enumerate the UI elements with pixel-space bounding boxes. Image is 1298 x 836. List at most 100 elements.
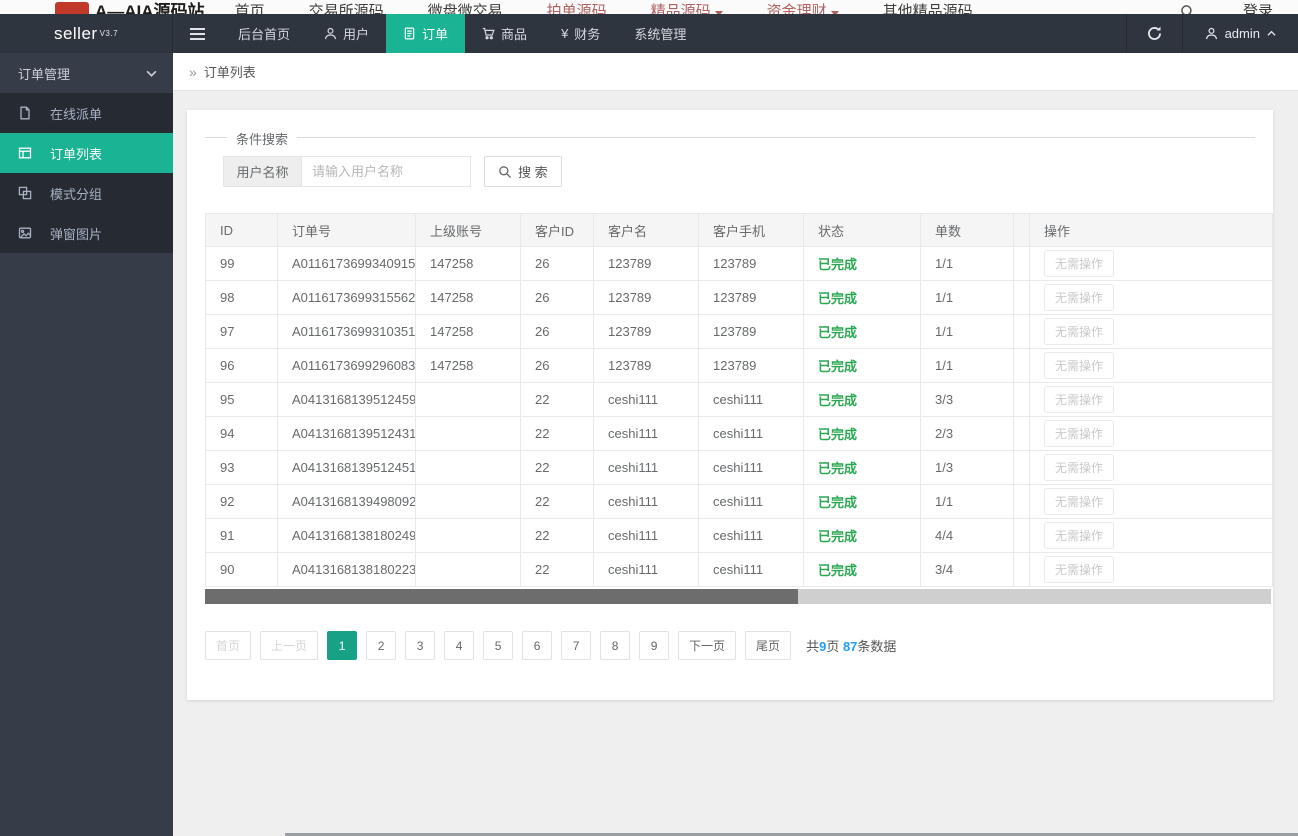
site-nav-item[interactable]: 资金理财 — [767, 0, 839, 14]
site-login-link[interactable]: 登录 — [1243, 0, 1273, 14]
site-nav-item[interactable]: 交易所源码 — [309, 0, 384, 14]
cell-status: 已完成 — [803, 417, 920, 450]
cell-customer_id: 22 — [520, 553, 593, 586]
cell-id: 96 — [205, 349, 277, 382]
cell-customer_phone: 123789 — [698, 281, 803, 314]
pagination-page-5[interactable]: 5 — [483, 631, 513, 660]
cell-count: 3/4 — [920, 553, 1013, 586]
cell-parent_account: 147258 — [415, 315, 520, 348]
cell-customer_id: 22 — [520, 485, 593, 518]
user-menu[interactable]: admin — [1182, 14, 1298, 53]
cell-customer_id: 22 — [520, 451, 593, 484]
nav-tab-系统管理[interactable]: 系统管理 — [617, 14, 703, 53]
pagination-page-1[interactable]: 1 — [327, 631, 357, 660]
column-gap — [1013, 451, 1029, 484]
cell-id: 93 — [205, 451, 277, 484]
table-row: 94A0413168139512431222ceshi111ceshi111已完… — [205, 417, 1273, 451]
nav-tab-后台首页[interactable]: 后台首页 — [221, 14, 307, 53]
sidebar-item-模式分组[interactable]: 模式分组 — [0, 173, 173, 213]
cell-status: 已完成 — [803, 485, 920, 518]
cell-id: 90 — [205, 553, 277, 586]
cell-action: 无需操作 — [1029, 247, 1273, 280]
chevron-up-icon — [1267, 29, 1276, 38]
no-action-button[interactable]: 无需操作 — [1044, 318, 1114, 345]
column-header-操作: 操作 — [1029, 214, 1273, 246]
cell-order_no: A01161736993155628 — [277, 281, 415, 314]
sidebar-toggle-button[interactable] — [173, 14, 221, 53]
no-action-button[interactable]: 无需操作 — [1044, 420, 1114, 447]
pagination-first-button[interactable]: 首页 — [205, 631, 251, 660]
column-header-状态: 状态 — [803, 214, 920, 246]
cell-action: 无需操作 — [1029, 519, 1273, 552]
cell-count: 1/1 — [920, 485, 1013, 518]
site-nav-item[interactable]: 微盘微交易 — [428, 0, 503, 14]
username-search-input[interactable] — [301, 156, 471, 187]
sidebar-group-order-management[interactable]: 订单管理 — [0, 53, 173, 93]
sidebar-item-在线派单[interactable]: 在线派单 — [0, 93, 173, 133]
no-action-button[interactable]: 无需操作 — [1044, 454, 1114, 481]
username-field-label: 用户名称 — [223, 156, 301, 187]
pagination-page-3[interactable]: 3 — [405, 631, 435, 660]
cell-customer_id: 26 — [520, 349, 593, 382]
column-header-上级账号: 上级账号 — [415, 214, 520, 246]
no-action-button[interactable]: 无需操作 — [1044, 488, 1114, 515]
cell-order_no: A04131681395124598 — [277, 383, 415, 416]
no-action-button[interactable]: 无需操作 — [1044, 386, 1114, 413]
status-badge: 已完成 — [818, 288, 857, 307]
no-action-button[interactable]: 无需操作 — [1044, 522, 1114, 549]
nav-tab-用户[interactable]: 用户 — [307, 14, 386, 53]
cell-customer_phone: 123789 — [698, 349, 803, 382]
pagination-page-7[interactable]: 7 — [561, 631, 591, 660]
pagination-next-button[interactable]: 下一页 — [678, 631, 736, 660]
column-gap — [1013, 214, 1029, 246]
no-action-button[interactable]: 无需操作 — [1044, 250, 1114, 277]
pagination-last-button[interactable]: 尾页 — [745, 631, 791, 660]
search-button[interactable]: 搜 索 — [484, 156, 562, 187]
cell-order_no: A04131681395124312 — [277, 417, 415, 450]
site-nav-item[interactable]: 精品源码 — [651, 0, 723, 14]
cell-status: 已完成 — [803, 315, 920, 348]
cell-customer_phone: 123789 — [698, 315, 803, 348]
pagination-page-9[interactable]: 9 — [639, 631, 669, 660]
scrollbar-thumb[interactable] — [205, 589, 798, 604]
cell-status: 已完成 — [803, 519, 920, 552]
cell-id: 98 — [205, 281, 277, 314]
site-logo-text: A—AIA源码站 — [95, 0, 205, 14]
column-header-客户ID: 客户ID — [520, 214, 593, 246]
chevron-down-icon — [146, 70, 157, 77]
pagination-page-6[interactable]: 6 — [522, 631, 552, 660]
pagination-page-8[interactable]: 8 — [600, 631, 630, 660]
cell-customer_name: ceshi111 — [593, 553, 698, 586]
nav-tab-订单[interactable]: 订单 — [386, 14, 465, 53]
search-form: 用户名称 搜 索 — [223, 156, 562, 187]
cell-customer_name: ceshi111 — [593, 417, 698, 450]
cell-status: 已完成 — [803, 247, 920, 280]
status-badge: 已完成 — [818, 254, 857, 273]
breadcrumb: » 订单列表 — [173, 53, 1298, 91]
nav-tab-财务[interactable]: ¥财务 — [544, 14, 617, 53]
cell-customer_phone: ceshi111 — [698, 553, 803, 586]
site-logo: A—AIA源码站 — [55, 0, 205, 14]
cell-order_no: A01161736992960833 — [277, 349, 415, 382]
column-gap — [1013, 383, 1029, 416]
cell-parent_account: 147258 — [415, 247, 520, 280]
no-action-button[interactable]: 无需操作 — [1044, 556, 1114, 583]
table-row: 91A0413168138180249422ceshi111ceshi111已完… — [205, 519, 1273, 553]
site-nav-item[interactable]: 其他精品源码 — [883, 0, 973, 14]
cell-order_no: A01161736993103512 — [277, 315, 415, 348]
refresh-button[interactable] — [1126, 14, 1182, 53]
site-nav-item[interactable]: 首页 — [235, 0, 265, 14]
pagination-page-2[interactable]: 2 — [366, 631, 396, 660]
search-icon — [498, 165, 512, 179]
site-search-icon[interactable] — [1180, 0, 1195, 14]
nav-tab-商品[interactable]: 商品 — [465, 14, 544, 53]
pagination-page-4[interactable]: 4 — [444, 631, 474, 660]
cell-action: 无需操作 — [1029, 553, 1273, 586]
no-action-button[interactable]: 无需操作 — [1044, 284, 1114, 311]
site-nav-item[interactable]: 拍单源码 — [547, 0, 607, 14]
sidebar-item-弹窗图片[interactable]: 弹窗图片 — [0, 213, 173, 253]
horizontal-scrollbar[interactable] — [205, 589, 1271, 604]
no-action-button[interactable]: 无需操作 — [1044, 352, 1114, 379]
pagination-prev-button[interactable]: 上一页 — [260, 631, 318, 660]
sidebar-item-订单列表[interactable]: 订单列表 — [0, 133, 173, 173]
